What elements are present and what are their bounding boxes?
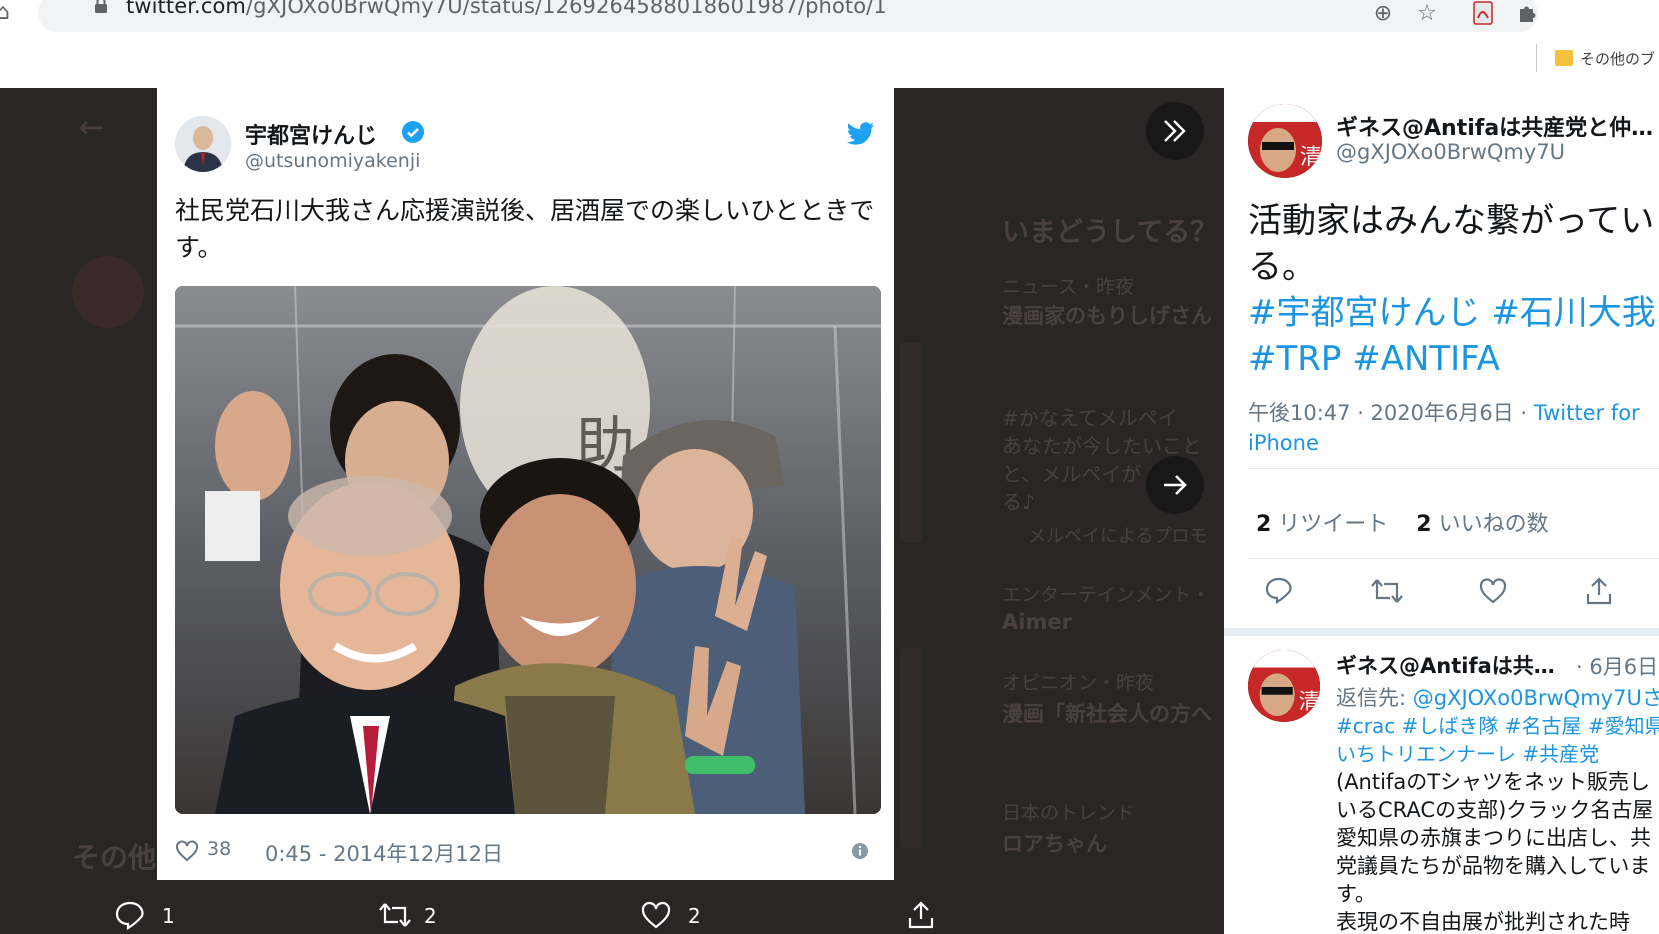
promo-text: る♪ (1002, 490, 1035, 514)
browser-chrome: ⌂ twitter.com/gXJOXo0BrwQmy7U/status/126… (0, 0, 1659, 88)
trend-title: 漫画「新社会人の方へ (1002, 702, 1212, 726)
hashtag-link[interactable]: #宇都宮けんじ (1248, 293, 1481, 333)
retweet-icon[interactable] (378, 900, 412, 930)
like-count: 38 (207, 838, 232, 860)
promo-hashtag: #かなえてメルペイ (1002, 406, 1178, 430)
embedded-tweet-image[interactable]: 宇都宮けんじ @utsunomiyakenji 社民党石川大我さん応援演説後、居… (157, 88, 894, 880)
hashtag-link[interactable]: #石川大我 (1491, 293, 1656, 333)
tweet-card-footer: 38 0:45 - 2014年12月12日 (175, 838, 875, 868)
share-icon[interactable] (906, 900, 936, 930)
tweet-text: 社民党石川大我さん応援演説後、居酒屋での楽しいひとときです。 (175, 196, 875, 262)
reply-author-name[interactable]: ギネス@Antifaは共… (1336, 650, 1555, 680)
info-icon[interactable] (851, 842, 869, 860)
avatar (175, 116, 231, 172)
trend-meta: エンターテインメント・ (1002, 584, 1211, 606)
promo-text: と、メルペイが (1002, 462, 1142, 486)
arrow-right-icon (1164, 475, 1187, 495)
like-count: 2 (688, 904, 701, 928)
avatar[interactable]: 清 (1248, 650, 1320, 722)
avatar (72, 256, 144, 328)
tweet-timestamp: 午後10:47 · 2020年6月6日 · Twitter for iPhone (1248, 398, 1658, 458)
share-icon[interactable] (1584, 576, 1614, 606)
background-image-card (900, 343, 922, 543)
promo-text: あなたが今したいこと (1002, 434, 1202, 458)
tweet-time[interactable]: 午後10:47 · 2020年6月6日 · (1248, 401, 1534, 425)
add-bookmark-icon[interactable]: ⊕ (1368, 0, 1398, 28)
other-bookmarks[interactable]: その他のブ (1580, 48, 1655, 69)
verified-icon (402, 121, 424, 143)
replying-to-label: 返信先: (1336, 686, 1413, 710)
svg-text:清: 清 (1300, 145, 1322, 170)
tweet-date[interactable]: 0:45 - 2014年12月12日 (265, 838, 503, 868)
reply-icon[interactable] (114, 900, 146, 930)
retweet-icon[interactable] (1370, 576, 1404, 606)
address-bar[interactable]: twitter.com/gXJOXo0BrwQmy7U/status/12692… (38, 0, 1538, 32)
engagement-stats: 2 リツイート 2 いいねの数 (1256, 506, 1549, 538)
hashtag-link[interactable]: #ANTIFA (1352, 339, 1500, 379)
tweet-text: 活動家はみんな繋がっている。 #宇都宮けんじ #石川大我 #TRP #ANTIF… (1248, 198, 1659, 382)
section-divider (1224, 628, 1659, 636)
divider (1248, 468, 1659, 469)
divider (1536, 44, 1537, 72)
mention-link[interactable]: @gXJOXo0BrwQmy7Uさ (1413, 686, 1659, 710)
reply-date[interactable]: · 6月6日 (1576, 651, 1658, 681)
reply-hashtags[interactable]: #crac #しばき隊 #名古屋 #愛知県 いちトリエンナーレ #共産党 (1336, 712, 1659, 768)
lock-icon (95, 0, 107, 13)
hashtag-link[interactable]: #TRP (1248, 339, 1341, 379)
trend-meta: 日本のトレンド (1002, 802, 1136, 824)
retweet-count: 2 (424, 904, 437, 928)
double-chevron-right-icon (1164, 120, 1186, 142)
tweet-detail-panel: 清 ギネス@Antifaは共産党と仲… @gXJOXo0BrwQmy7U 活動家… (1224, 88, 1659, 934)
tweet-body: 活動家はみんな繋がっている。 (1248, 201, 1655, 287)
replying-to: 返信先: @gXJOXo0BrwQmy7Uさ (1336, 682, 1659, 712)
folder-icon (1555, 50, 1573, 66)
reply-text: (AntifaのTシャツをネット販売し いるCRACの支部)クラック名古屋 愛知… (1336, 770, 1654, 934)
like-icon[interactable] (1478, 576, 1508, 606)
like-icon[interactable] (640, 900, 672, 930)
back-arrow-icon: ← (78, 108, 105, 146)
tweet-author-handle: @utsunomiyakenji (245, 150, 421, 172)
tweet-author-name: 宇都宮けんじ (245, 124, 378, 149)
home-icon[interactable]: ⌂ (0, 0, 10, 25)
background-image-card (900, 648, 922, 848)
retweets-stat[interactable]: 2 リツイート (1256, 512, 1388, 537)
heart-icon[interactable] (175, 840, 199, 862)
divider (1248, 558, 1659, 559)
twitter-bird-icon (847, 122, 874, 145)
trend-title: Aimer (1002, 610, 1072, 634)
expand-button[interactable] (1146, 102, 1204, 160)
trend-title: 漫画家のもりしげさん (1002, 304, 1212, 328)
reply-count: 1 (162, 904, 175, 928)
trend-title: ロアちゃん (1002, 832, 1107, 856)
pdf-extension-icon[interactable] (1468, 0, 1498, 28)
url-text[interactable]: twitter.com/gXJOXo0BrwQmy7U/status/12692… (126, 0, 887, 18)
trend-meta: ニュース・昨夜 (1002, 276, 1135, 298)
likes-stat[interactable]: 2 いいねの数 (1416, 512, 1548, 537)
reply-icon[interactable] (1264, 576, 1294, 606)
author-name[interactable]: ギネス@Antifaは共産党と仲… (1336, 110, 1656, 142)
photo-illustration: 助 (175, 286, 881, 814)
puzzle-extensions-icon[interactable] (1512, 0, 1542, 28)
tweet-photo: 助 (175, 286, 881, 814)
avatar[interactable]: 清 (1248, 104, 1322, 178)
promo-by: メルペイによるプロモ (1028, 526, 1208, 547)
star-icon[interactable]: ☆ (1412, 0, 1442, 28)
trend-meta: オピニオン・昨夜 (1002, 672, 1155, 694)
svg-text:清: 清 (1299, 689, 1320, 714)
next-photo-button[interactable] (1146, 456, 1204, 514)
author-handle[interactable]: @gXJOXo0BrwQmy7U (1336, 140, 1565, 164)
whats-happening-heading: いまどうしてる？ (1002, 217, 1218, 248)
